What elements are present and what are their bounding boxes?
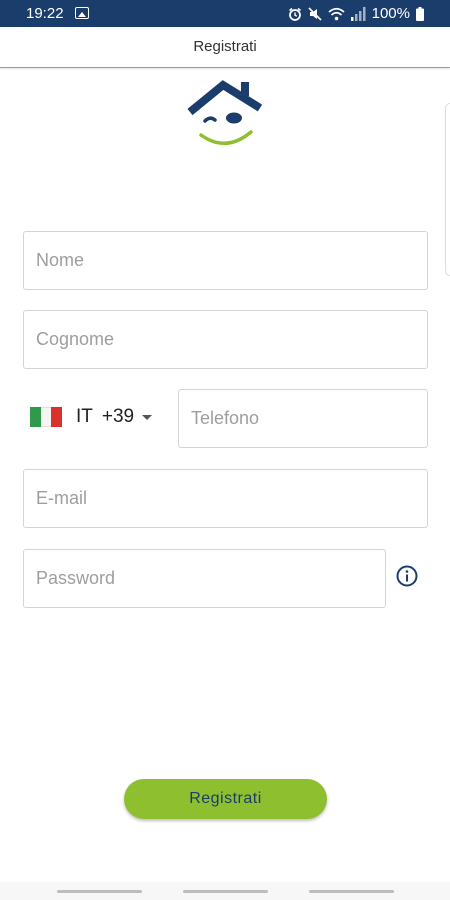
nav-back-button[interactable] <box>309 890 394 893</box>
nav-home-button[interactable] <box>183 890 268 893</box>
email-field[interactable] <box>23 469 428 528</box>
system-nav-bar <box>0 882 450 900</box>
telefono-input[interactable] <box>179 390 427 447</box>
nav-recent-button[interactable] <box>57 890 142 893</box>
nome-field[interactable] <box>23 231 428 290</box>
image-icon <box>75 7 89 19</box>
country-code: IT <box>76 406 93 427</box>
alarm-icon <box>288 7 301 21</box>
battery-percentage: 100% <box>371 5 410 22</box>
wifi-icon <box>328 7 345 20</box>
cognome-field[interactable] <box>23 310 428 369</box>
cognome-input[interactable] <box>24 311 427 368</box>
signal-icon <box>350 6 366 21</box>
page-title: Registrati <box>193 38 257 55</box>
dropdown-arrow-icon <box>142 415 153 420</box>
status-time: 19:22 <box>26 5 64 22</box>
telefono-field[interactable] <box>178 389 428 448</box>
password-input[interactable] <box>24 550 385 607</box>
status-bar: 19:22 100% <box>0 0 450 27</box>
nome-input[interactable] <box>24 232 427 289</box>
country-code-picker[interactable]: IT +39 <box>30 400 165 434</box>
mute-icon <box>308 6 322 21</box>
side-panel-edge[interactable] <box>445 103 450 276</box>
email-input[interactable] <box>24 470 427 527</box>
app-logo <box>187 80 263 145</box>
app-bar: Registrati <box>0 27 450 68</box>
status-icons: 100% <box>288 4 424 23</box>
italy-flag-icon <box>30 407 63 427</box>
battery-icon <box>416 6 424 21</box>
dial-code: +39 <box>101 406 135 427</box>
password-field[interactable] <box>23 549 386 608</box>
register-button[interactable]: Registrati <box>124 779 327 819</box>
info-icon[interactable] <box>396 565 418 587</box>
